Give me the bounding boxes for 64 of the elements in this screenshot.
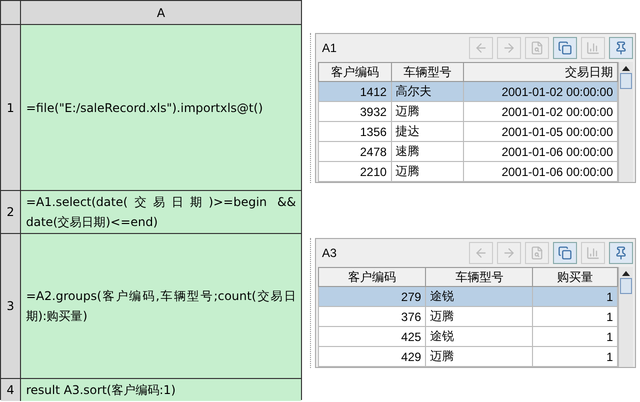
table-cell: 迈腾	[426, 346, 533, 366]
table-cell: 3932	[318, 102, 392, 122]
table-cell: 1	[532, 326, 618, 346]
formula-cell: =A2.groups(客户编码,车辆型号;count(交易日期):购买量)	[21, 234, 301, 379]
pin-icon	[614, 246, 628, 260]
row-number: 3	[1, 234, 21, 379]
copy-button[interactable]	[553, 37, 577, 59]
table-cell: 速腾	[391, 142, 464, 162]
table-cell: 376	[318, 306, 426, 326]
table-cell: 迈腾	[391, 102, 464, 122]
table-cell: 2001-01-06 00:00:00	[464, 142, 618, 162]
column-header[interactable]: 交易日期	[464, 62, 618, 82]
table-cell: 途锐	[426, 326, 533, 346]
table-cell: 1	[532, 286, 618, 306]
column-header[interactable]: 车辆型号	[391, 62, 464, 82]
row-number: 2	[1, 191, 21, 234]
copy-icon	[558, 246, 572, 260]
pin-icon	[614, 41, 628, 55]
panel-title: A1	[322, 41, 338, 55]
bar-chart-icon	[586, 41, 600, 55]
scroll-up-icon	[622, 66, 630, 71]
table-cell: 1412	[318, 82, 392, 102]
column-header[interactable]: 车辆型号	[426, 268, 533, 286]
scroll-up-icon	[622, 271, 630, 276]
table-cell: 2001-01-05 00:00:00	[464, 122, 618, 142]
table-cell: 2001-01-02 00:00:00	[464, 82, 618, 102]
pin-button[interactable]	[609, 37, 633, 59]
row-number: 1	[1, 25, 21, 191]
column-header[interactable]: 客户编码	[318, 268, 426, 286]
copy-icon	[558, 41, 572, 55]
column-header[interactable]: 客户编码	[318, 62, 392, 82]
table-cell: 429	[318, 346, 426, 366]
copy-button[interactable]	[553, 242, 577, 264]
scroll-thumb-icon	[620, 73, 632, 89]
formula-cell: result A3.sort(客户编码:1)	[21, 379, 301, 401]
table-cell: 2001-01-06 00:00:00	[464, 162, 618, 182]
pin-button[interactable]	[609, 242, 633, 264]
row-number: 4	[1, 379, 21, 401]
table-cell: 1	[532, 306, 618, 326]
column-header: A	[21, 1, 301, 25]
panel-title: A3	[322, 246, 338, 260]
table-cell: 2478	[318, 142, 392, 162]
table-cell: 2001-01-02 00:00:00	[464, 102, 618, 122]
table-cell: 2210	[318, 162, 392, 182]
column-header[interactable]: 购买量	[532, 268, 618, 286]
table-cell: 途锐	[426, 286, 533, 306]
table-cell: 高尔夫	[391, 82, 464, 102]
document-icon	[530, 41, 544, 55]
formula-cell: =file("E:/saleRecord.xls").importxls@t()	[21, 25, 301, 191]
bar-chart-icon	[586, 246, 600, 260]
table-cell: 425	[318, 326, 426, 346]
forward-arrow-icon	[502, 41, 516, 55]
forward-arrow-icon	[502, 246, 516, 260]
table-cell: 迈腾	[391, 162, 464, 182]
table-cell: 279	[318, 286, 426, 306]
scrollbar[interactable]	[618, 267, 633, 367]
document-icon	[530, 246, 544, 260]
scrollbar[interactable]	[618, 62, 633, 182]
formula-cell: =A1.select(date(交易日期)>=begin && date(交易日期)<=end)	[21, 191, 301, 234]
table-cell: 1	[532, 346, 618, 366]
table-cell: 迈腾	[426, 306, 533, 326]
scroll-thumb-icon	[620, 278, 632, 294]
table-cell: 1356	[318, 122, 392, 142]
table-cell: 捷达	[391, 122, 464, 142]
